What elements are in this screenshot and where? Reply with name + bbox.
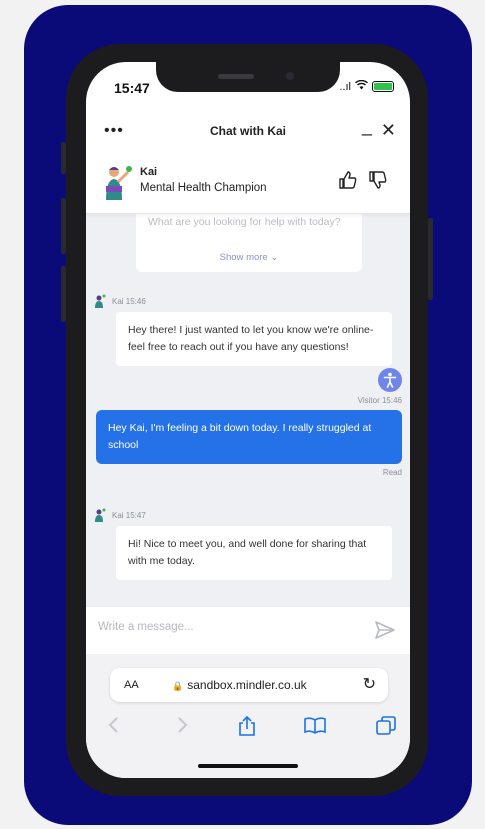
signal-icon: ..ıl — [339, 80, 351, 93]
close-button[interactable]: ✕ — [381, 120, 396, 141]
battery-icon — [372, 81, 394, 92]
agent-role: Mental Health Champion — [140, 182, 267, 194]
accessibility-icon[interactable] — [378, 368, 402, 392]
mute-switch — [61, 142, 66, 174]
read-receipt: Read — [383, 468, 402, 477]
chat-header: ••• Chat with Kai _ ✕ — [86, 114, 410, 152]
show-more-link[interactable]: Show more ⌄ — [136, 252, 362, 263]
url-text: sandbox.mindler.co.uk — [187, 678, 307, 692]
message-meta: Kai 15:46 — [94, 294, 146, 308]
front-camera — [286, 72, 294, 80]
browser-chrome: AA 🔒 sandbox.mindler.co.uk ↻ — [86, 654, 410, 778]
address-bar[interactable]: AA 🔒 sandbox.mindler.co.uk ↻ — [110, 668, 388, 702]
thumbs-down-icon[interactable] — [368, 170, 388, 195]
volume-down-button — [61, 266, 66, 322]
browser-toolbar — [86, 715, 410, 746]
message-composer — [86, 606, 410, 654]
prompt-card-text: What are you looking for help with today… — [148, 216, 341, 228]
agent-mini-avatar — [95, 294, 106, 308]
message-meta-text: Kai 15:46 — [112, 296, 146, 306]
lock-icon: 🔒 — [172, 681, 184, 691]
thumbs-up-icon[interactable] — [338, 170, 358, 195]
send-icon[interactable] — [374, 619, 396, 641]
reload-icon[interactable]: ↻ — [363, 674, 376, 694]
status-time: 15:47 — [114, 80, 150, 96]
agent-info-bar: Kai Mental Health Champion — [86, 152, 410, 214]
message-input[interactable] — [98, 621, 338, 633]
read-receipt-text: Read — [382, 468, 402, 477]
message-meta: Visitor 15:46 — [358, 396, 402, 405]
camera-notch — [156, 62, 340, 92]
speaker-grille — [218, 74, 254, 79]
agent-name: Kai — [140, 166, 158, 178]
book-icon[interactable] — [304, 716, 326, 739]
power-button — [428, 218, 433, 300]
tabs-icon[interactable] — [376, 716, 396, 741]
text-size-button[interactable]: AA — [124, 679, 139, 691]
back-icon[interactable] — [108, 716, 120, 739]
status-icons: ..ıl — [339, 79, 394, 93]
volume-up-button — [61, 198, 66, 254]
phone-screen: 15:47 ..ıl ••• Chat with Kai _ ✕ Kai Men… — [86, 62, 410, 778]
message-meta-text: Visitor 15:46 — [357, 396, 402, 405]
forward-icon[interactable] — [176, 716, 188, 739]
message-meta-text: Kai 15:47 — [112, 510, 146, 520]
chat-transcript[interactable]: What are you looking for help with today… — [86, 214, 410, 606]
wifi-icon — [355, 79, 368, 93]
message-meta: Kai 15:47 — [94, 508, 146, 522]
url-text-wrap: 🔒 sandbox.mindler.co.uk — [172, 678, 307, 692]
share-icon[interactable] — [238, 715, 256, 741]
home-indicator — [198, 764, 298, 768]
agent-message: Hi! Nice to meet you, and well done for … — [116, 526, 392, 580]
agent-mini-avatar — [95, 508, 106, 522]
agent-avatar — [100, 162, 134, 202]
minimize-button[interactable]: _ — [362, 116, 372, 137]
agent-message: Hey there! I just wanted to let you know… — [116, 312, 392, 366]
prompt-card: What are you looking for help with today… — [136, 214, 362, 272]
visitor-message: Hey Kai, I'm feeling a bit down today. I… — [96, 410, 402, 464]
